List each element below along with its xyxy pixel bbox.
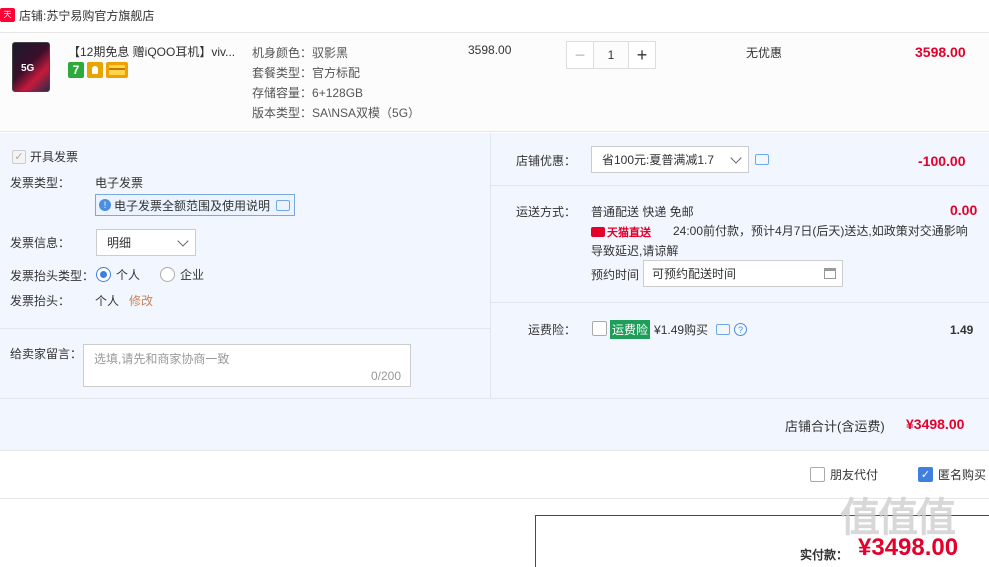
insurance-tag: 运费险 — [610, 320, 651, 339]
chevron-down-icon — [730, 151, 742, 164]
tmall-icon — [591, 227, 605, 237]
product-attributes: 机身颜色：驭影黑 套餐类型：官方标配 存储容量：6+128GB 版本类型：SA\… — [252, 43, 420, 123]
product-subtotal: 3598.00 — [915, 44, 966, 60]
delivery-label: 运送方式： — [516, 205, 577, 219]
discount-value: 省100元:夏普满减1.7 — [602, 153, 715, 167]
tmall-express-text: 天猫直送 — [607, 227, 651, 239]
friend-pay-checkbox[interactable] — [810, 467, 825, 482]
quantity-stepper: − 1 + — [566, 41, 656, 69]
insurance-price: ¥1.49购买 — [654, 323, 709, 337]
credit-card-icon[interactable] — [106, 62, 128, 78]
invoice-info-label: 发票信息： — [10, 236, 71, 250]
delivery-notice-2: 导致延迟,请谅解 — [591, 244, 679, 258]
calendar-icon — [824, 268, 836, 279]
attr-version: 版本类型：SA\NSA双模（5G） — [252, 106, 421, 120]
insurance-checkbox[interactable] — [592, 321, 607, 336]
insurance-label: 运费险： — [528, 323, 577, 337]
shop-label: 店铺: — [19, 8, 47, 23]
message-placeholder: 选填,请先和商家协商一致 — [94, 352, 230, 366]
message-label: 给卖家留言： — [10, 347, 83, 361]
tmall-badge-icon: 天猫 — [0, 8, 15, 33]
invoice-hint-text: 电子发票全额范围及使用说明 — [114, 198, 271, 213]
attr-package: 套餐类型：官方标配 — [252, 66, 361, 80]
appointment-placeholder: 可预约配送时间 — [652, 267, 737, 281]
discount-select[interactable]: 省100元:夏普满减1.7 — [591, 146, 749, 173]
invoice-hint[interactable]: ! 电子发票全额范围及使用说明 — [95, 194, 295, 216]
product-service-icons: 7 — [68, 62, 128, 78]
radio-company-icon[interactable] — [160, 267, 175, 282]
radio-personal-label: 个人 — [116, 268, 141, 282]
discount-amount: -100.00 — [918, 153, 966, 169]
delivery-method: 普通配送 快递 免邮 — [591, 205, 694, 219]
chat-icon[interactable] — [716, 324, 731, 335]
anonymous-option[interactable]: ✓ 匿名购买 — [918, 466, 986, 483]
watermark-logo: 值值值 — [840, 496, 956, 540]
discount-label: 店铺优惠： — [516, 154, 577, 168]
chat-icon — [276, 199, 291, 211]
invoice-info-value: 明细 — [107, 236, 132, 250]
divider — [491, 185, 989, 186]
qty-input[interactable]: 1 — [594, 41, 628, 69]
anonymous-checkbox[interactable]: ✓ — [918, 467, 933, 482]
invoice-edit-link[interactable]: 修改 — [129, 292, 153, 309]
divider — [0, 328, 490, 329]
help-icon[interactable]: ? — [734, 323, 748, 336]
shop-name[interactable]: 苏宁易购官方旗舰店 — [46, 7, 154, 24]
shop-total-value: ¥3498.00 — [906, 416, 965, 432]
insurance-fee: 1.49 — [950, 323, 974, 337]
product-title[interactable]: 【12期免息 赠iQOO耳机】viv... — [68, 43, 248, 60]
seven-day-return-icon[interactable]: 7 — [68, 62, 84, 78]
radio-company[interactable]: 企业 — [160, 266, 204, 283]
attr-storage: 存储容量：6+128GB — [252, 86, 364, 100]
payment-label: 实付款： — [800, 548, 849, 562]
chevron-down-icon — [177, 234, 189, 247]
invoice-header-label: 发票抬头： — [10, 294, 71, 308]
tmall-express-badge: 天猫直送 — [591, 224, 651, 240]
friend-pay-label: 朋友代付 — [830, 468, 879, 482]
delivery-notice-1: 24:00前付款，预计4月7日(后天)送达,如政策对交通影响 — [673, 224, 968, 238]
invoice-type-value: 电子发票 — [95, 176, 144, 190]
invoice-toggle[interactable]: ✓ 开具发票 — [12, 148, 78, 165]
message-textarea[interactable]: 选填,请先和商家协商一致 0/200 — [83, 344, 411, 387]
qty-plus-button[interactable]: + — [628, 41, 656, 69]
invoice-header-type-label: 发票抬头类型： — [10, 269, 95, 283]
panel-divider — [490, 133, 491, 398]
info-icon: ! — [99, 199, 111, 211]
radio-personal[interactable]: 个人 — [96, 266, 140, 283]
friend-pay-option[interactable]: 朋友代付 — [810, 466, 878, 483]
delivery-fee: 0.00 — [950, 202, 978, 218]
product-image[interactable]: 5G — [12, 42, 50, 92]
message-count: 0/200 — [370, 369, 401, 383]
appointment-input[interactable]: 可预约配送时间 — [643, 260, 843, 287]
invoice-header-value: 个人 — [95, 294, 120, 308]
invoice-checkbox-label: 开具发票 — [30, 150, 79, 164]
divider — [491, 302, 989, 303]
unit-price: 3598.00 — [468, 43, 512, 57]
insurance-offer: 运费险 ¥1.49购买 ? — [610, 320, 748, 339]
product-promo: 无优惠 — [746, 46, 783, 60]
appointment-label: 预约时间 — [591, 268, 640, 282]
invoice-info-select[interactable]: 明细 — [96, 229, 196, 256]
qty-minus-button[interactable]: − — [566, 41, 594, 69]
android-icon[interactable] — [87, 62, 103, 78]
product-image-text: 5G — [21, 63, 35, 74]
invoice-type-label: 发票类型： — [10, 176, 71, 190]
shop-total-label: 店铺合计(含运费) — [785, 419, 885, 434]
chat-icon[interactable] — [755, 154, 769, 165]
radio-personal-icon[interactable] — [96, 267, 111, 282]
attr-color: 机身颜色：驭影黑 — [252, 46, 349, 60]
anonymous-label: 匿名购买 — [938, 468, 987, 482]
invoice-checkbox[interactable]: ✓ — [12, 149, 26, 164]
shop-header: 天猫 店铺: 苏宁易购官方旗舰店 — [0, 0, 989, 33]
radio-company-label: 企业 — [180, 268, 205, 282]
